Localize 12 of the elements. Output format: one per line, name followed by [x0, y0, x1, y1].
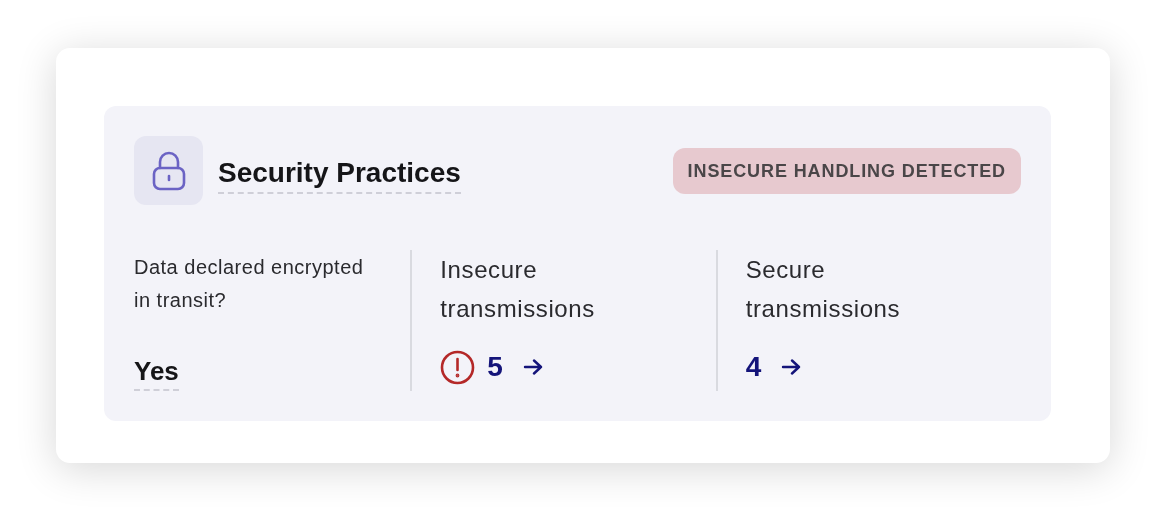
- metric-label: Insecure transmissions: [440, 255, 596, 324]
- arrow-icon: [522, 359, 543, 375]
- arrow-icon: [781, 359, 802, 375]
- count-link[interactable]: 5: [487, 349, 543, 385]
- count-link[interactable]: 4: [745, 349, 802, 385]
- section-title: Security Practices: [218, 153, 461, 194]
- answer-value: Yes: [134, 353, 179, 391]
- alert-icon: [440, 349, 476, 385]
- lock-icon: [150, 150, 187, 191]
- status-badge: INSECURE HANDLING DETECTED: [672, 147, 1021, 194]
- question-label: Data declared encrypted in transit?: [134, 255, 365, 313]
- metric-label: Secure transmissions: [745, 255, 902, 324]
